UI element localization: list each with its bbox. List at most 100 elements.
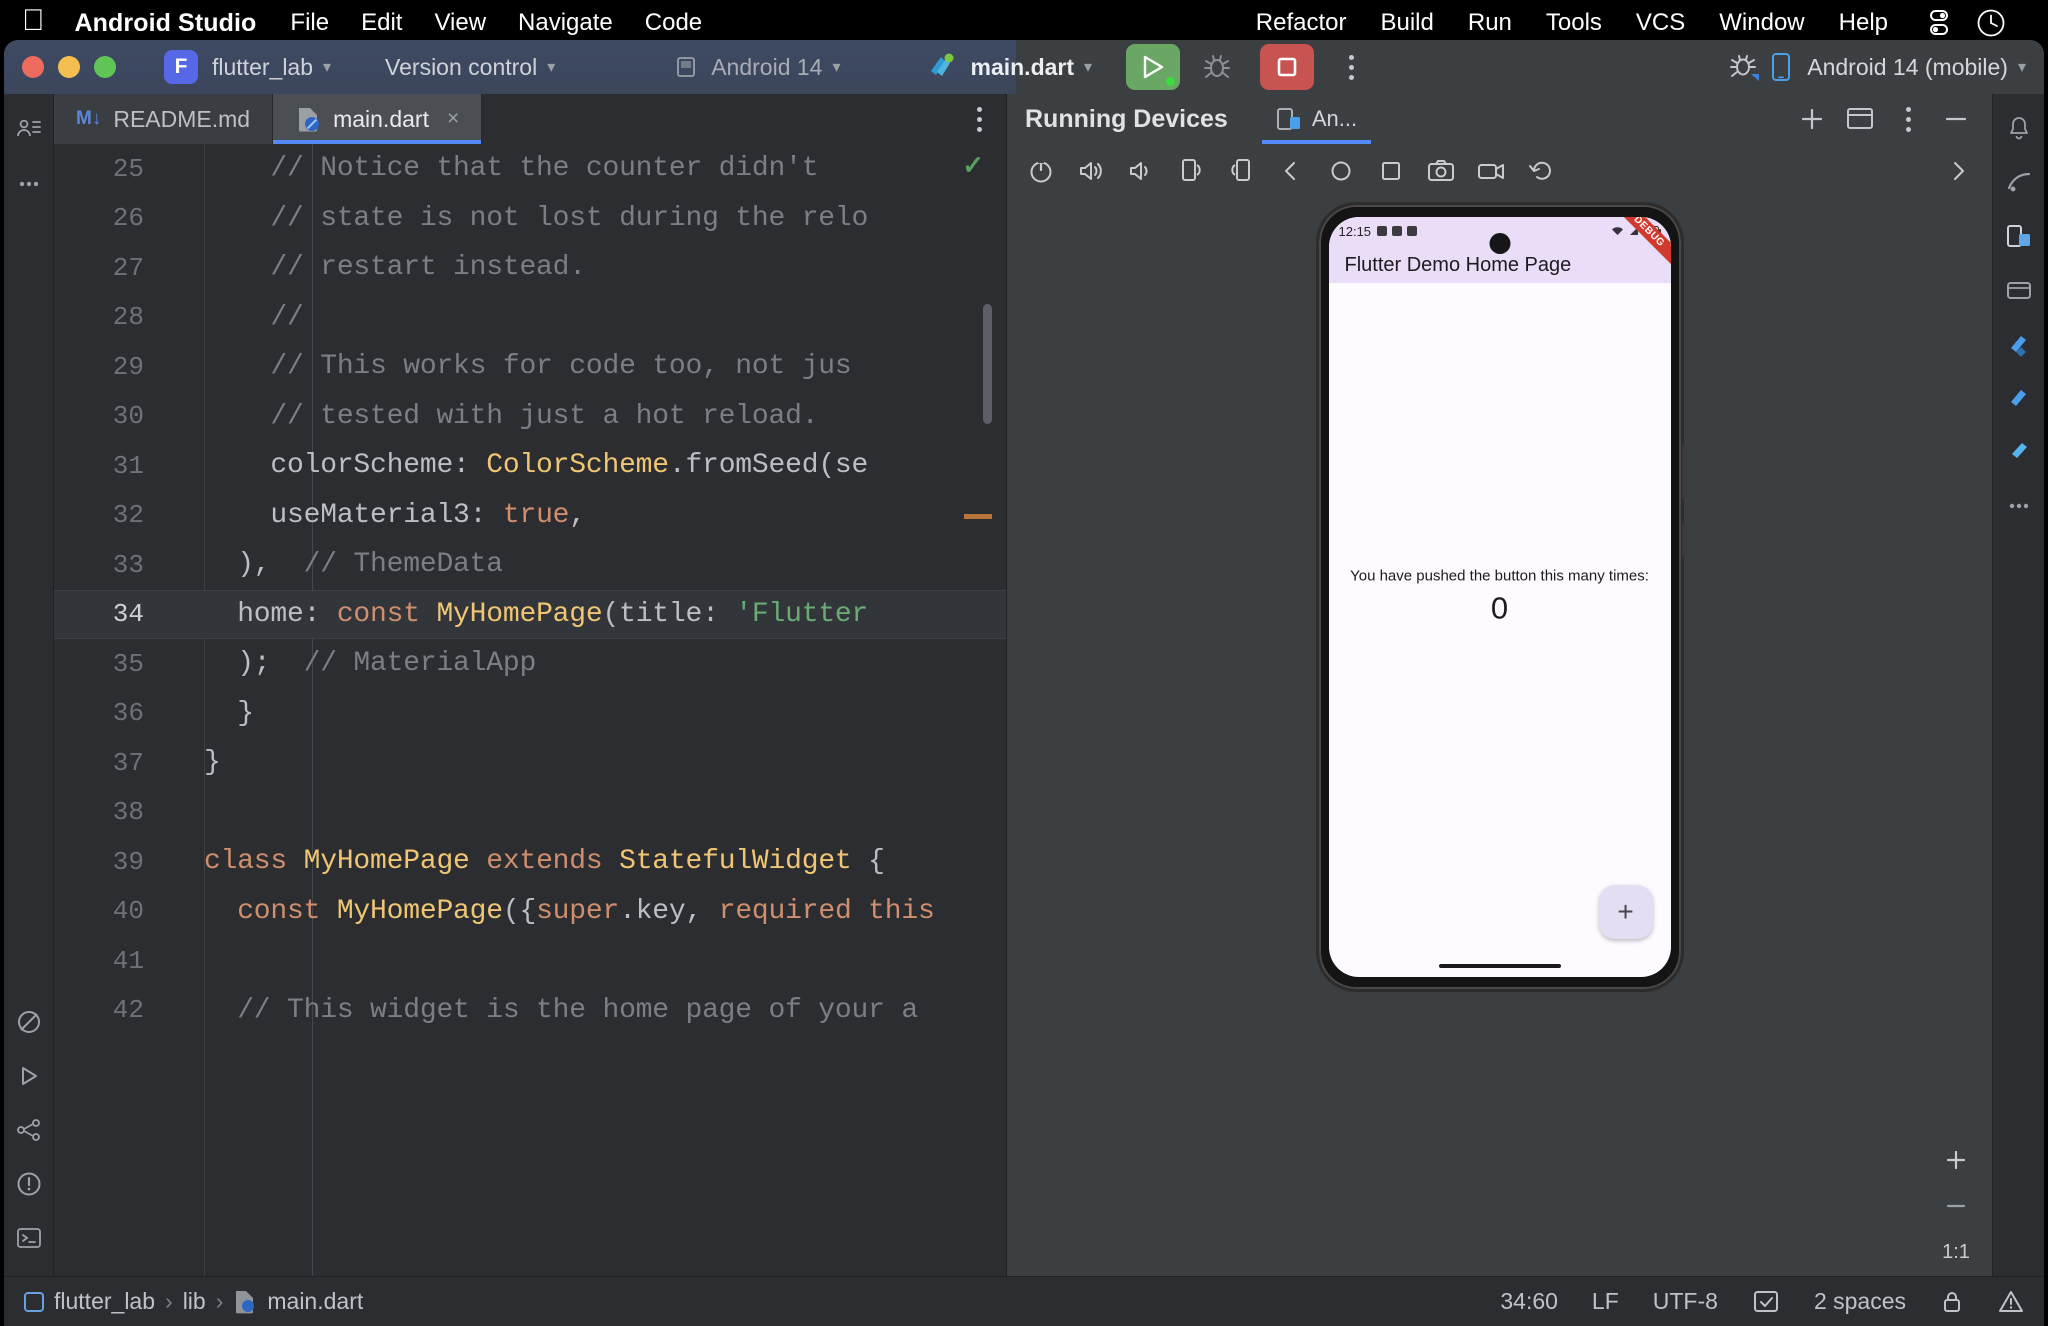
apple-logo-icon[interactable]: 	[22, 6, 45, 36]
menu-item-edit[interactable]: Edit	[361, 9, 402, 37]
volume-down-icon[interactable]	[1119, 149, 1163, 193]
chevron-right-icon[interactable]	[1936, 149, 1980, 193]
version-control-button[interactable]: Version control ▾	[371, 54, 555, 81]
code-line[interactable]: 28 //	[54, 293, 1006, 343]
code-line[interactable]: 36 }	[54, 689, 1006, 739]
minimize-panel-button[interactable]	[1934, 97, 1978, 141]
close-icon[interactable]: ×	[447, 107, 459, 131]
lock-icon[interactable]	[1940, 1289, 1964, 1315]
flutter-performance-icon[interactable]	[1999, 378, 2039, 418]
code-line[interactable]: 25 // Notice that the counter didn't	[54, 144, 1006, 194]
emulator-device-frame[interactable]: 12:15 Flutter Demo Home Page DEBUG You h…	[1315, 202, 1687, 992]
structure-icon[interactable]	[9, 1110, 49, 1150]
menu-item-navigate[interactable]: Navigate	[518, 9, 613, 37]
alert-icon[interactable]	[1998, 1289, 2024, 1315]
code-line[interactable]: 35 ); // MaterialApp	[54, 639, 1006, 689]
menu-item-window[interactable]: Window	[1719, 9, 1804, 37]
problems-icon[interactable]	[9, 1164, 49, 1204]
menu-item-view[interactable]: View	[434, 9, 486, 37]
flutter-outline-icon[interactable]	[1999, 324, 2039, 364]
editor-scrollbar[interactable]	[983, 304, 992, 424]
device-power-key[interactable]	[1681, 523, 1687, 557]
run-configuration-selector[interactable]: main.dart ▾	[927, 52, 1092, 82]
close-window-button[interactable]	[22, 56, 44, 78]
code-line[interactable]: 29 // This works for code too, not jus	[54, 342, 1006, 392]
code-line[interactable]: 31 colorScheme: ColorScheme.fromSeed(se	[54, 441, 1006, 491]
rotate-right-icon[interactable]	[1219, 149, 1263, 193]
code-line[interactable]: 39 class MyHomePage extends StatefulWidge…	[54, 837, 1006, 887]
code-editor[interactable]: 25 // Notice that the counter didn't 26 …	[54, 144, 1006, 1326]
zoom-actual-size-button[interactable]: 1:1	[1934, 1230, 1978, 1274]
terminal-icon[interactable]	[9, 1218, 49, 1258]
code-line[interactable]: 26 // state is not lost during the relo	[54, 194, 1006, 244]
code-line[interactable]: 33 ), // ThemeData	[54, 540, 1006, 590]
stop-button[interactable]	[1260, 44, 1315, 90]
maximize-window-button[interactable]	[94, 56, 116, 78]
notifications-icon[interactable]	[1999, 108, 2039, 148]
menu-item-refactor[interactable]: Refactor	[1256, 9, 1347, 37]
editor-tab-main-dart[interactable]: main.dart ×	[273, 94, 483, 144]
code-line[interactable]: 38	[54, 788, 1006, 838]
control-center-icon[interactable]	[1926, 8, 1952, 38]
split-layout-button[interactable]	[1838, 97, 1882, 141]
menu-item-android-studio[interactable]: Android Studio	[75, 9, 257, 38]
more-run-options-button[interactable]	[1328, 44, 1374, 90]
breadcrumb-folder[interactable]: lib	[183, 1288, 206, 1315]
minimize-window-button[interactable]	[58, 56, 80, 78]
flutter-devtools-icon[interactable]	[1999, 432, 2039, 472]
debug-button[interactable]	[1194, 44, 1240, 90]
inspection-icon[interactable]	[1752, 1289, 1780, 1315]
more-tool-windows-icon[interactable]	[9, 164, 49, 204]
menu-item-vcs[interactable]: VCS	[1636, 9, 1685, 37]
run-tool-window-icon[interactable]	[9, 1056, 49, 1096]
power-icon[interactable]	[1019, 149, 1063, 193]
project-selector[interactable]: F flutter_lab ▾	[116, 50, 331, 84]
editor-marker-stripe[interactable]	[964, 514, 992, 519]
device-selector[interactable]: Android 14 (mobile) ▾	[1769, 51, 2026, 83]
clock-icon[interactable]	[1976, 8, 2006, 38]
record-icon[interactable]	[1469, 149, 1513, 193]
profiler-button[interactable]	[1723, 44, 1769, 90]
device-config-selector[interactable]: Android 14 ▾	[675, 54, 841, 81]
overview-icon[interactable]	[1369, 149, 1413, 193]
file-encoding[interactable]: UTF-8	[1653, 1288, 1718, 1315]
menu-item-code[interactable]: Code	[645, 9, 702, 37]
caret-position[interactable]: 34:60	[1500, 1288, 1558, 1315]
emulator-screen[interactable]: 12:15 Flutter Demo Home Page DEBUG You h…	[1328, 217, 1671, 977]
editor-tab-readme[interactable]: M↓ README.md	[54, 94, 274, 144]
menu-item-tools[interactable]: Tools	[1546, 9, 1602, 37]
flutter-inspector-icon[interactable]	[9, 1002, 49, 1042]
increment-fab-button[interactable]: +	[1598, 885, 1653, 939]
device-manager-icon[interactable]	[1999, 270, 2039, 310]
indent-setting[interactable]: 2 spaces	[1814, 1288, 1906, 1315]
breadcrumb-file[interactable]: main.dart	[267, 1288, 363, 1315]
add-device-button[interactable]	[1790, 97, 1834, 141]
running-devices-rail-icon[interactable]	[1999, 216, 2039, 256]
home-indicator[interactable]	[1438, 964, 1561, 968]
menu-item-file[interactable]: File	[290, 9, 329, 37]
zoom-in-button[interactable]	[1934, 1138, 1978, 1182]
line-separator[interactable]: LF	[1592, 1288, 1619, 1315]
breadcrumb-project[interactable]: flutter_lab	[54, 1288, 155, 1315]
home-icon[interactable]	[1319, 149, 1363, 193]
code-line[interactable]: 34 home: const MyHomePage(title: 'Flutte…	[54, 589, 1006, 639]
volume-up-icon[interactable]	[1069, 149, 1113, 193]
back-icon[interactable]	[1269, 149, 1313, 193]
undo-icon[interactable]	[1519, 149, 1563, 193]
code-line[interactable]: 37}	[54, 738, 1006, 788]
screenshot-icon[interactable]	[1419, 149, 1463, 193]
rotate-left-icon[interactable]	[1169, 149, 1213, 193]
code-line[interactable]: 30 // tested with just a hot reload.	[54, 392, 1006, 442]
zoom-out-button[interactable]	[1934, 1184, 1978, 1228]
panel-options-button[interactable]	[1886, 97, 1930, 141]
gradle-icon[interactable]	[1999, 162, 2039, 202]
device-volume-key[interactable]	[1681, 445, 1687, 499]
more-rail-options-icon[interactable]	[1999, 486, 2039, 526]
editor-options-button[interactable]	[977, 94, 1006, 144]
code-line[interactable]: 41	[54, 936, 1006, 986]
project-view-icon[interactable]	[9, 110, 49, 150]
run-button[interactable]	[1126, 44, 1181, 90]
menu-item-run[interactable]: Run	[1468, 9, 1512, 37]
device-tab[interactable]: An...	[1261, 94, 1372, 144]
menu-item-help[interactable]: Help	[1839, 9, 1888, 37]
